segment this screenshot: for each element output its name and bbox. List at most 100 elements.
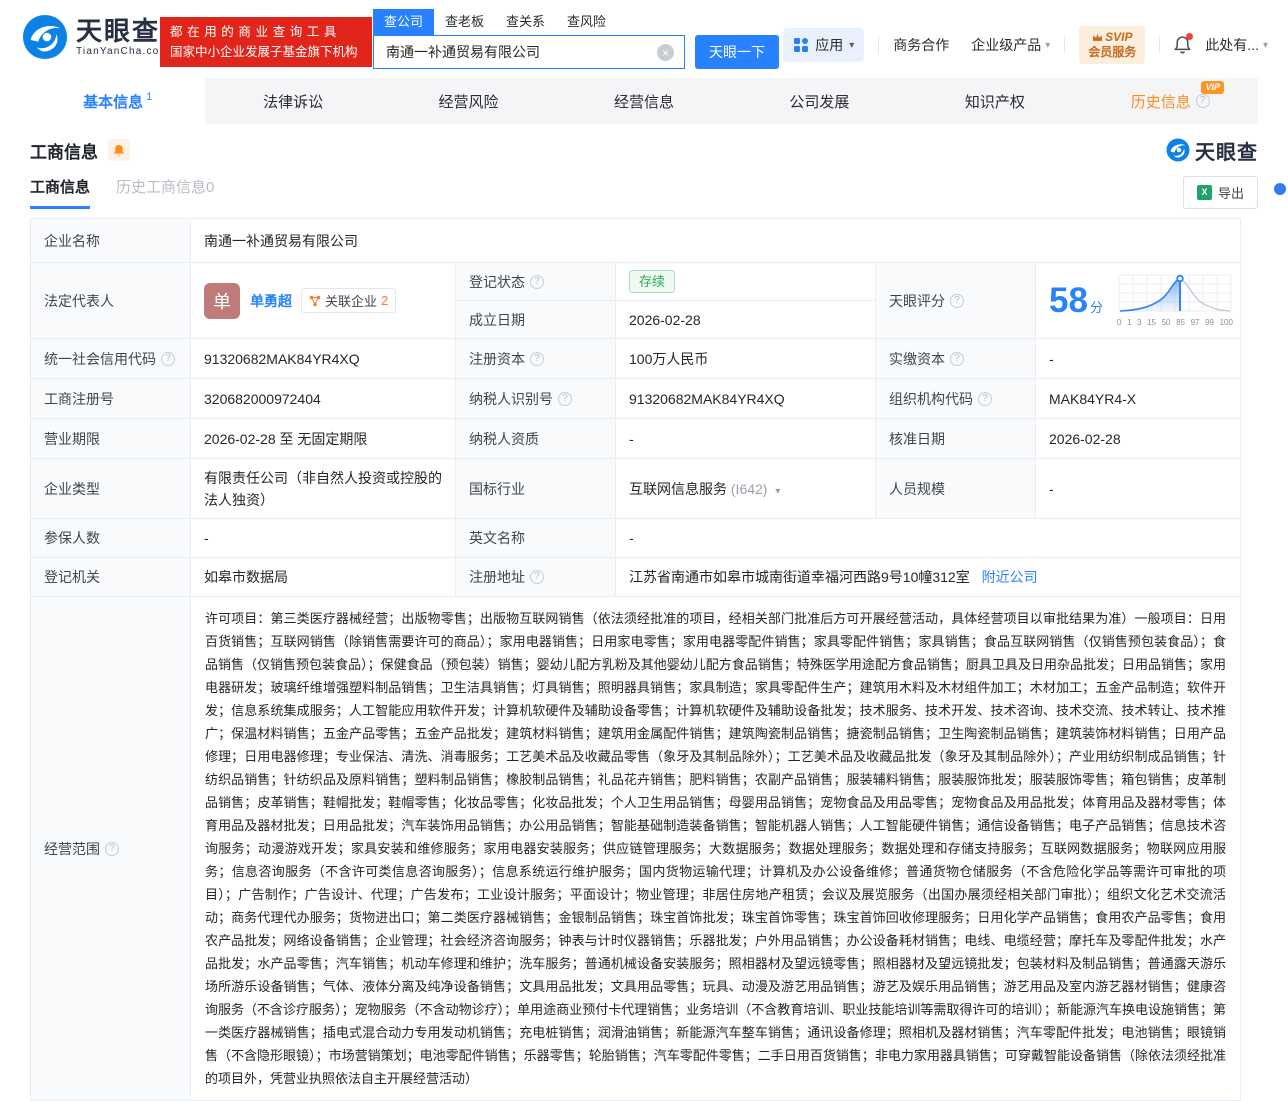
taxpayer-qual-label: 纳税人资质: [455, 418, 616, 459]
search-tab-company[interactable]: 查公司: [373, 9, 435, 35]
table-row: 企业名称 南通一补通贸易有限公司: [30, 218, 1242, 263]
table-row: 经营范围? 许可项目：第三类医疗器械经营；出版物零售；出版物互联网销售（依法须经…: [30, 596, 1242, 1101]
org-code-label: 组织机构代码?: [875, 378, 1036, 419]
crown-icon: [1092, 33, 1103, 41]
divider: [1064, 37, 1066, 53]
main-tab-bar: 基本信息 1 法律诉讼 经营风险 经营信息 公司发展 知识产权 VIP 历史信息…: [30, 78, 1258, 124]
reg-capital-value: 100万人民币: [615, 338, 876, 379]
subtab-history-business-info[interactable]: 历史工商信息0: [116, 176, 214, 206]
credit-code-label-text: 统一社会信用代码: [44, 350, 156, 367]
bell-icon: [114, 144, 124, 156]
reg-authority-value: 如皋市数据局: [190, 557, 456, 597]
tab-operation-label: 经营信息: [613, 93, 674, 111]
tianyancha-logo[interactable]: 天眼查 TianYanCha.com: [22, 14, 169, 60]
help-icon[interactable]: ?: [950, 351, 964, 366]
tab-risk-label: 经营风险: [438, 93, 499, 111]
taxpayer-qual-value: -: [615, 418, 876, 459]
watermark-logo: 天眼查: [1166, 136, 1258, 165]
industry-code: (I642): [730, 480, 768, 497]
taxpayer-id-label-text: 纳税人识别号: [469, 390, 553, 407]
industry-label: 国标行业: [455, 458, 616, 519]
network-icon: [309, 295, 321, 306]
reg-address-value: 江苏省南通市如皋市城南街道幸福河西路9号10幢312室 附近公司: [614, 557, 1242, 597]
help-icon[interactable]: ?: [558, 391, 572, 406]
tab-intellectual-property[interactable]: 知识产权: [907, 78, 1082, 124]
table-row: 企业类型 有限责任公司（非自然人投资或控股的法人独资） 国标行业 互联网信息服务…: [30, 458, 1242, 519]
nearby-companies-link[interactable]: 附近公司: [982, 569, 1038, 585]
tab-history-info[interactable]: VIP 历史信息 ?: [1083, 78, 1258, 124]
legal-rep-avatar[interactable]: 单: [204, 282, 240, 319]
status-badge: 存续: [629, 270, 676, 293]
staff-size-label: 人员规模: [875, 458, 1036, 519]
cooperation-label: 商务合作: [893, 37, 950, 53]
help-icon[interactable]: ?: [978, 391, 992, 406]
tab-operating-risk[interactable]: 经营风险: [381, 78, 556, 124]
paid-capital-label-text: 实缴资本: [889, 350, 945, 367]
related-companies-badge[interactable]: 关联企业 2: [301, 288, 397, 313]
business-cooperation-link[interactable]: 商务合作: [893, 35, 949, 55]
taxpayer-id-label: 纳税人识别号?: [455, 378, 616, 419]
search-button[interactable]: 天眼一下: [695, 35, 779, 69]
user-menu[interactable]: 此处有... ▾: [1205, 35, 1268, 55]
biz-term-value: 2026-02-28 至 无固定期限: [190, 418, 456, 459]
subscribe-bell-button[interactable]: [108, 139, 130, 161]
biz-term-label: 营业期限: [30, 418, 191, 459]
search-tab-boss[interactable]: 查老板: [434, 9, 495, 35]
tab-basic-count: 1: [146, 91, 153, 103]
company-type-label: 企业类型: [30, 458, 191, 519]
grid-icon: [794, 38, 809, 52]
approval-date-value: 2026-02-28: [1034, 418, 1242, 459]
help-icon[interactable]: ?: [530, 570, 544, 584]
svip-member-badge[interactable]: SVIP 会员服务: [1079, 26, 1146, 64]
search-tab-relation[interactable]: 查关系: [495, 9, 556, 35]
paid-capital-value: -: [1034, 338, 1242, 379]
enterprise-products-link[interactable]: 企业级产品 ▾: [971, 35, 1050, 55]
enterprise-label: 企业级产品: [971, 37, 1042, 53]
search-area: 查公司 查老板 查关系 查风险 × 天眼一下: [373, 9, 779, 69]
est-date-label: 成立日期: [455, 300, 616, 339]
score-label: 天眼评分?: [875, 262, 1036, 339]
tab-legal-proceedings[interactable]: 法律诉讼: [205, 78, 380, 124]
logo-text: 天眼查 TianYanCha.com: [76, 17, 169, 57]
reg-no-label: 工商注册号: [30, 378, 191, 419]
clear-icon[interactable]: ×: [657, 44, 674, 61]
legal-rep-name-link[interactable]: 单勇超: [250, 291, 292, 311]
help-icon[interactable]: ?: [530, 274, 544, 289]
est-date-value: 2026-02-28: [615, 300, 876, 339]
excel-icon: X: [1196, 184, 1212, 200]
export-button[interactable]: X 导出: [1182, 175, 1258, 209]
chevron-down-icon: ▾: [849, 39, 855, 51]
divider: [1159, 37, 1161, 53]
insured-label: 参保人数: [30, 518, 191, 558]
company-name-label: 企业名称: [30, 218, 191, 263]
watermark-label: 天眼查: [1195, 141, 1258, 164]
related-label: 关联企业: [325, 294, 378, 309]
tab-company-development[interactable]: 公司发展: [732, 78, 907, 124]
search-tab-risk[interactable]: 查风险: [556, 9, 617, 35]
score-value: 58: [1049, 281, 1088, 320]
subtab-business-info[interactable]: 工商信息: [30, 176, 91, 209]
help-icon[interactable]: ?: [530, 351, 544, 366]
chevron-down-icon: ▾: [1262, 39, 1268, 51]
main-content: 工商信息 天眼查 工商信息 历史工商信息0 X 导出 企业名称 南通一补通贸易有…: [30, 137, 1258, 1101]
tab-operating-info[interactable]: 经营信息: [556, 78, 731, 124]
notification-bell[interactable]: [1174, 33, 1194, 54]
promo-line2: 国家中小企业发展子基金旗下机构: [170, 45, 358, 59]
help-icon[interactable]: ?: [1195, 94, 1210, 108]
approval-date-label: 核准日期: [875, 418, 1036, 459]
search-input[interactable]: [374, 36, 684, 68]
business-info-table: 企业名称 南通一补通贸易有限公司 法定代表人 单 单勇超 关联企业 2 登记状态…: [30, 218, 1242, 1101]
tab-history-label: 历史信息: [1130, 93, 1191, 111]
insured-value: -: [190, 518, 456, 558]
tab-basic-info[interactable]: 基本信息 1: [30, 78, 206, 124]
industry-value[interactable]: 互联网信息服务 (I642) ▾: [615, 458, 876, 519]
help-icon[interactable]: ?: [105, 841, 119, 856]
tab-legal-label: 法律诉讼: [263, 93, 324, 111]
apps-menu[interactable]: 应用 ▾: [783, 28, 865, 62]
floating-widget-dot[interactable]: [1274, 183, 1286, 195]
reg-address-label-text: 注册地址: [469, 569, 525, 585]
help-icon[interactable]: ?: [950, 293, 964, 308]
legal-rep-label: 法定代表人: [30, 262, 191, 339]
help-icon[interactable]: ?: [161, 351, 175, 366]
promo-banner: 都在用的商业查询工具 国家中小企业发展子基金旗下机构: [160, 17, 372, 67]
